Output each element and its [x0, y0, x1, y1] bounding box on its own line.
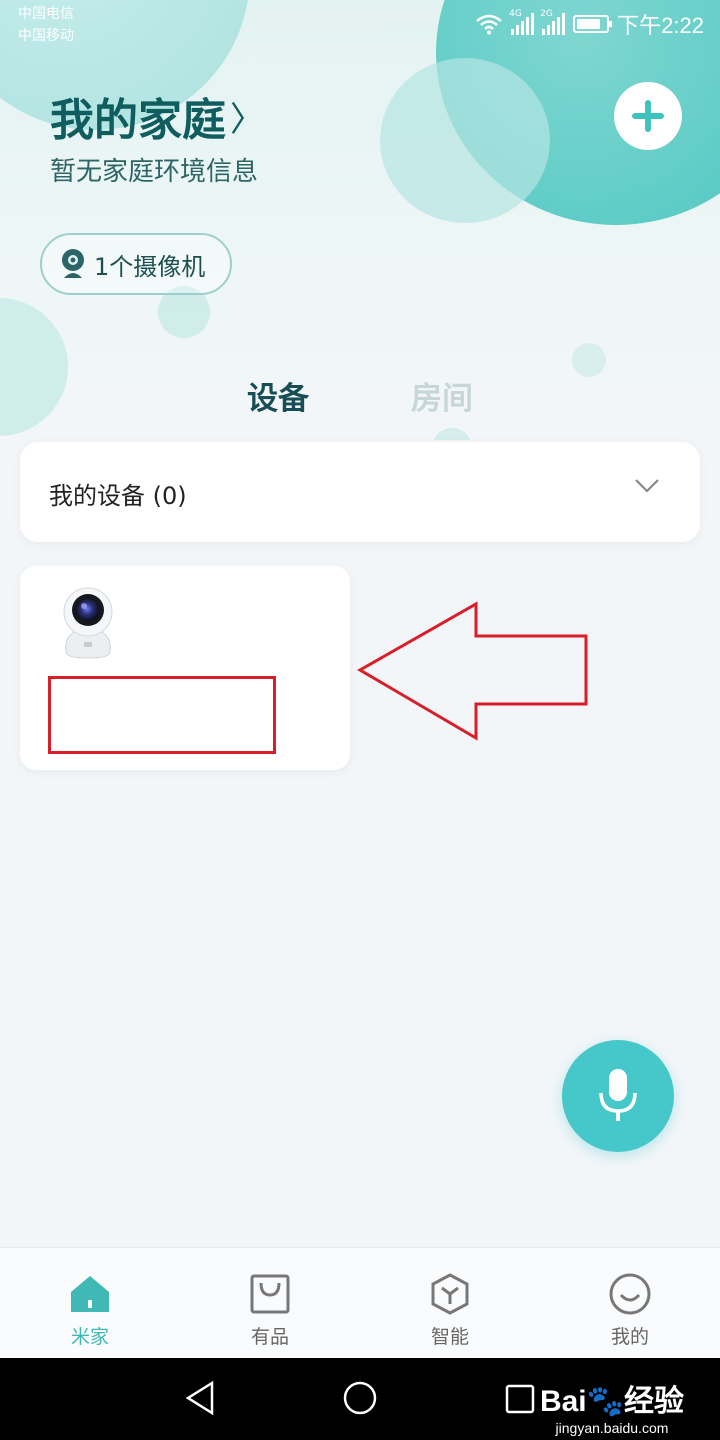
nav-mijia-label: 米家	[70, 1326, 109, 1348]
add-button[interactable]	[614, 82, 682, 150]
network-type: 4G	[509, 9, 522, 19]
nav-me-label: 我的	[610, 1326, 649, 1348]
chevron-right-icon: 〉	[230, 99, 264, 140]
camera-count-chip[interactable]: 1个摄像机	[40, 233, 232, 295]
decor-bubble	[572, 343, 606, 377]
back-icon[interactable]	[184, 1380, 216, 1416]
camera-count-label: 1个摄像机	[94, 252, 206, 281]
nav-mijia[interactable]: 米家	[0, 1248, 180, 1359]
annotation-highlight-box	[48, 676, 276, 754]
signal-icon: 2G	[540, 9, 566, 35]
home-subtitle: 暂无家庭环境信息	[50, 157, 259, 187]
watermark-url: jingyan.baidu.com	[555, 1420, 669, 1436]
voice-button[interactable]	[562, 1040, 674, 1152]
nav-youpin-label: 有品	[250, 1326, 289, 1348]
microphone-icon	[599, 1069, 637, 1121]
status-bar: 中国电信 中国移动 4G 2G 下午2:22	[0, 0, 720, 48]
watermark-brand: Bai🐾经验	[539, 1385, 684, 1418]
network-type: 2G	[540, 9, 553, 19]
home-circle-icon[interactable]	[342, 1380, 378, 1416]
signal-icon: 4G	[509, 9, 535, 35]
tab-bar: 设备 房间	[0, 373, 720, 423]
annotation-arrow	[357, 601, 588, 741]
carrier-2: 中国移动	[18, 27, 74, 43]
nav-smart-label: 智能	[430, 1326, 469, 1348]
home-icon	[68, 1272, 112, 1316]
nav-youpin[interactable]: 有品	[180, 1248, 360, 1359]
nav-me[interactable]: 我的	[540, 1248, 720, 1359]
recents-square-icon[interactable]	[504, 1383, 536, 1415]
status-icons: 4G 2G 下午2:22	[475, 8, 704, 40]
security-camera-image	[63, 587, 113, 659]
baidu-jingyan-watermark: Bai🐾经验 jingyan.baidu.com	[540, 1376, 684, 1436]
chevron-down-icon	[635, 479, 659, 493]
tab-rooms[interactable]: 房间	[411, 373, 473, 418]
device-card-camera[interactable]	[20, 566, 350, 770]
tab-devices[interactable]: 设备	[247, 373, 309, 418]
nav-smart[interactable]: 智能	[360, 1248, 540, 1359]
decor-bubble	[380, 58, 550, 223]
wifi-icon	[476, 14, 502, 35]
my-devices-label: 我的设备 (0)	[49, 482, 187, 510]
home-title-text: 我的家庭	[50, 95, 226, 146]
bottom-nav: 米家 有品 智能 我的	[0, 1247, 720, 1358]
battery-icon	[573, 15, 613, 33]
status-time: 下午2:22	[617, 13, 704, 38]
smile-icon	[608, 1272, 652, 1316]
camera-icon	[62, 249, 84, 278]
decor-bubble	[432, 428, 472, 440]
bag-icon	[248, 1272, 292, 1316]
my-devices-section[interactable]: 我的设备 (0)	[20, 442, 700, 542]
carrier-1: 中国电信	[18, 5, 74, 21]
home-title[interactable]: 我的家庭 〉	[50, 84, 264, 148]
hexagon-icon	[428, 1272, 472, 1316]
plus-icon	[632, 100, 664, 132]
